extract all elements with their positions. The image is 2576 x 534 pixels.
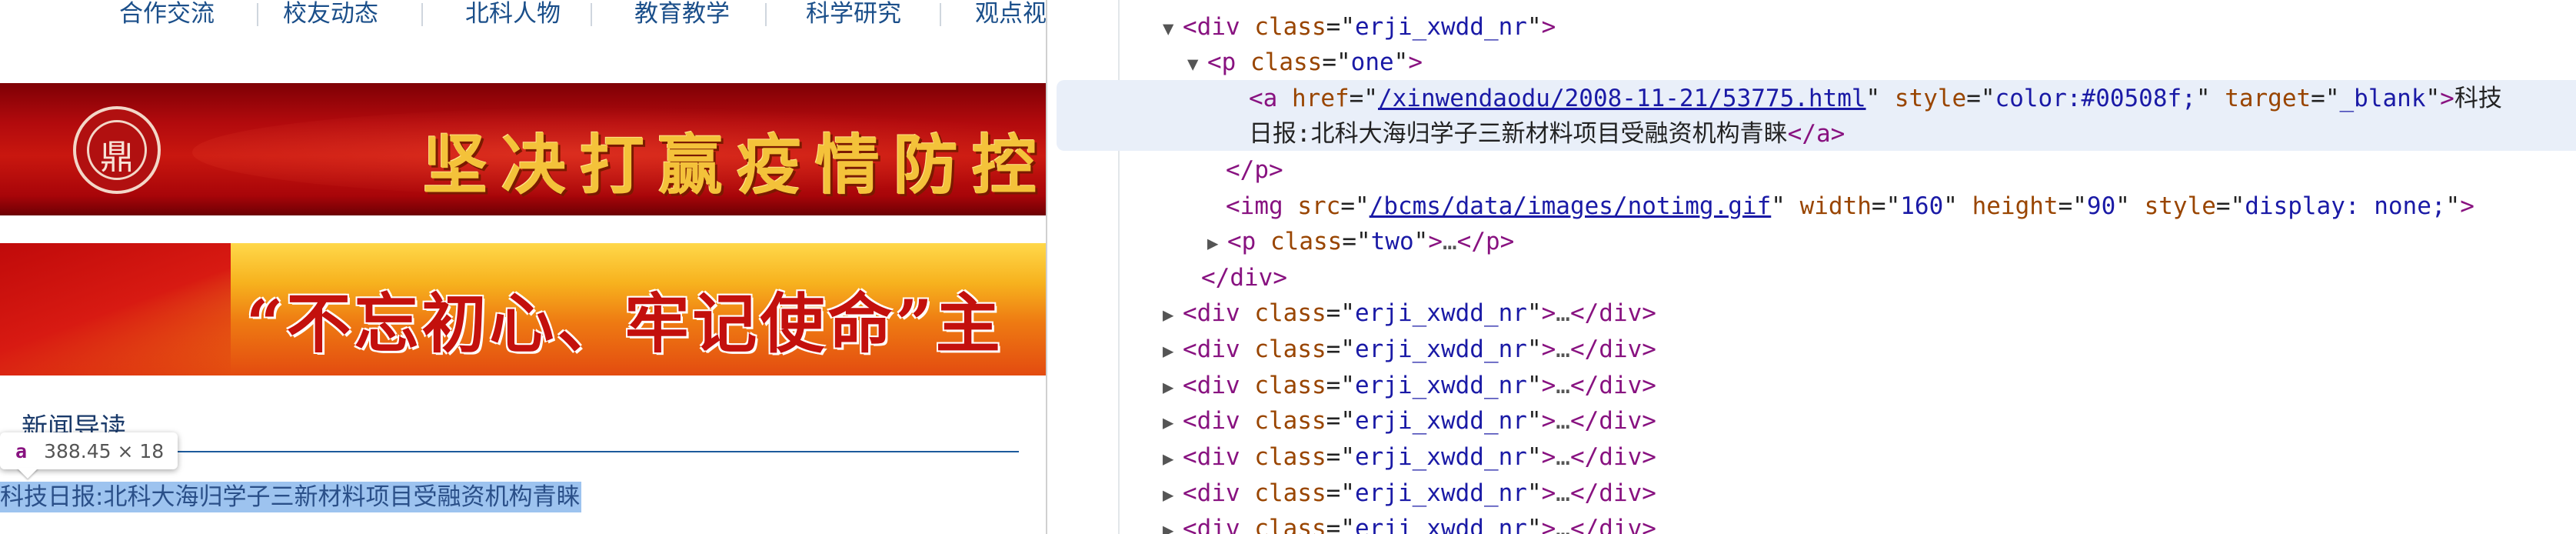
triangle-right-icon[interactable]: ▶	[1163, 512, 1183, 534]
mission-banner-text: “不忘初心、牢记使命”主	[246, 285, 1003, 362]
inspect-element-tooltip: a 388.45 × 18	[0, 432, 178, 469]
triangle-right-icon[interactable]: ▶	[1163, 405, 1183, 440]
nav-item-cooperation[interactable]: 合作交流	[119, 0, 215, 29]
img-src-link[interactable]: /bcms/data/images/notimg.gif	[1370, 192, 1772, 220]
nav-separator	[940, 3, 941, 26]
dom-node-div-collapsed[interactable]: ▶ <div class="erji_xwdd_nr">…</div>	[1163, 295, 1656, 331]
triangle-right-icon[interactable]: ▶	[1163, 369, 1183, 405]
dom-node-div-collapsed[interactable]: ▶ <div class="erji_xwdd_nr">…</div>	[1163, 439, 1656, 475]
nav-separator	[765, 3, 767, 26]
dom-node-div-collapsed[interactable]: ▶ <div class="erji_xwdd_nr">…</div>	[1163, 476, 1656, 511]
nav-separator	[591, 3, 592, 26]
university-emblem-icon	[73, 106, 161, 194]
triangle-down-icon[interactable]: ▼	[1163, 11, 1183, 46]
tooltip-dimensions: 388.45 × 18	[44, 439, 165, 462]
webpage-viewport: 合作交流 校友动态 北科人物 教育教学 科学研究 观点视 坚决打赢疫情防控阻 “…	[0, 0, 1046, 534]
nav-item-research[interactable]: 科学研究	[806, 0, 901, 29]
href-link[interactable]: /xinwendaodu/2008-11-21/53775.html	[1378, 85, 1866, 112]
dom-node-div-collapsed[interactable]: ▶ <div class="erji_xwdd_nr">…</div>	[1163, 368, 1656, 403]
dom-node-p-one[interactable]: ▼ <p class="one">	[1187, 45, 1423, 80]
dom-node-p-close: </p>	[1226, 156, 1283, 184]
triangle-right-icon[interactable]: ▶	[1163, 441, 1183, 476]
mission-banner[interactable]: “不忘初心、牢记使命”主	[0, 243, 1046, 375]
nav-item-education[interactable]: 教育教学	[634, 0, 730, 29]
triangle-right-icon[interactable]: ▶	[1163, 333, 1183, 369]
tooltip-arrow	[17, 468, 38, 479]
dom-node-p-two[interactable]: ▶ <p class="two">…</p>	[1207, 224, 1514, 259]
epidemic-banner-text: 坚决打赢疫情防控阻	[423, 127, 1046, 203]
nav-item-people[interactable]: 北科人物	[465, 0, 561, 29]
dom-node-a-selected[interactable]: <a href="/xinwendaodu/2008-11-21/53775.h…	[1249, 81, 2502, 116]
news-headline-link[interactable]: 科技日报:北科大海归学子三新材料项目受融资机构青睐	[0, 482, 582, 512]
nav-separator	[257, 3, 258, 26]
epidemic-banner[interactable]: 坚决打赢疫情防控阻	[0, 83, 1046, 215]
top-nav: 合作交流 校友动态 北科人物 教育教学 科学研究 观点视	[0, 0, 1046, 31]
triangle-right-icon[interactable]: ▶	[1163, 477, 1183, 512]
nav-item-viewpoints[interactable]: 观点视	[975, 0, 1046, 29]
nav-separator	[421, 3, 423, 26]
dom-node-a-text: 日报:北科大海归学子三新材料项目受融资机构青睐</a>	[1249, 120, 1845, 148]
triangle-right-icon[interactable]: ▶	[1207, 225, 1227, 261]
dom-node-div-collapsed[interactable]: ▶ <div class="erji_xwdd_nr">…</div>	[1163, 332, 1656, 367]
tooltip-tag-name: a	[15, 439, 28, 462]
nav-item-alumni[interactable]: 校友动态	[283, 0, 378, 29]
triangle-right-icon[interactable]: ▶	[1163, 297, 1183, 332]
dom-node-div-collapsed-partial[interactable]: ▶ <div class="erji_xwdd_nr">…</div>	[1163, 511, 1656, 534]
dom-node-div-collapsed[interactable]: ▶ <div class="erji_xwdd_nr">…</div>	[1163, 403, 1656, 439]
triangle-down-icon[interactable]: ▼	[1187, 46, 1207, 82]
dom-node-div-open[interactable]: ▼ <div class="erji_xwdd_nr">	[1163, 9, 1556, 45]
dom-node-div-close: </div>	[1201, 264, 1287, 292]
dom-node-img[interactable]: <img src="/bcms/data/images/notimg.gif" …	[1226, 189, 2474, 224]
red-flag-decoration	[0, 243, 231, 375]
devtools-elements-panel: ▼ <div class="erji_xwdd_nr"> ▼ <p class="o…	[1046, 0, 2576, 534]
